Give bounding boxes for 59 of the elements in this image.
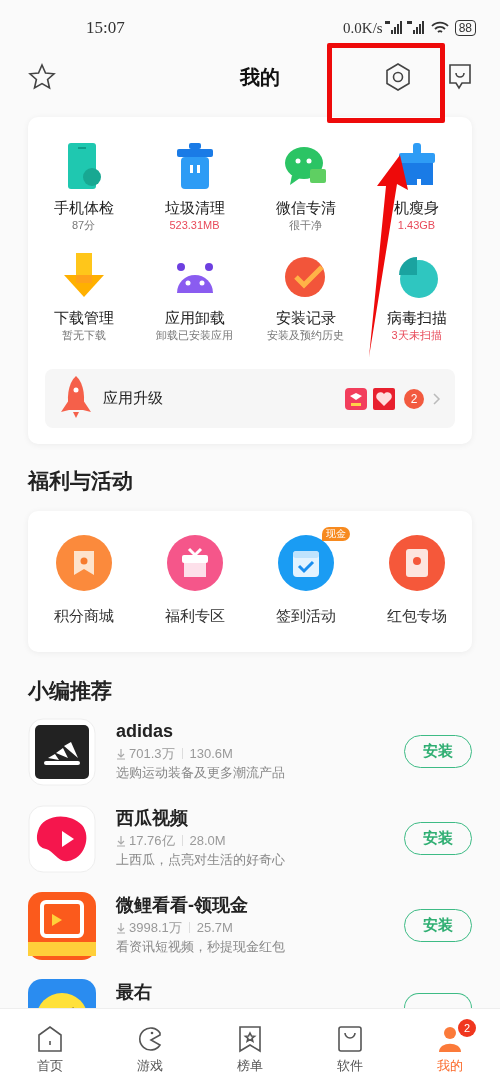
tool-label: 安装记录 <box>275 309 336 327</box>
battery-indicator: 88 <box>454 20 476 36</box>
nav-tab[interactable]: 榜单 <box>237 1025 263 1084</box>
tool-subtitle: 暂无下载 <box>61 328 106 343</box>
notification-badge: 2 <box>458 1019 476 1037</box>
tool-label: 病毒扫描 <box>386 309 447 327</box>
app-size: 28.0M <box>189 831 226 850</box>
nav-tab[interactable]: 游戏 <box>137 1025 163 1084</box>
nav-tab[interactable]: 软件 <box>337 1025 363 1084</box>
tool-subtitle: 安装及预约历史 <box>267 328 344 343</box>
app-name[interactable]: 微鲤看看-领现金 <box>116 893 404 916</box>
tool-label: 应用卸载 <box>164 309 225 327</box>
app-name[interactable]: 最右 <box>116 980 404 1003</box>
app-description: 看资讯短视频，秒提现金红包 <box>116 937 286 956</box>
download-count: 3998.1万 <box>129 918 182 937</box>
tool-item[interactable]: 垃圾清理 523.31MB <box>139 143 250 233</box>
download-count: 17.76亿 <box>129 831 175 850</box>
download-count: 701.3万 <box>129 744 175 763</box>
tool-item[interactable]: 病毒扫描 3天未扫描 <box>361 253 472 343</box>
nav-tab[interactable]: 首页 <box>37 1025 63 1084</box>
welfare-label: 福利专区 <box>164 606 225 626</box>
section-title: 福利与活动 <box>28 468 134 494</box>
clock-time: 15:07 <box>86 17 125 40</box>
welfare-item[interactable]: 福利专区 <box>164 535 225 628</box>
tool-subtitle: 很干净 <box>289 218 322 233</box>
tool-label: 手机体检 <box>53 199 114 217</box>
section-title: 小编推荐 <box>28 677 113 704</box>
tool-label: 机瘦身 <box>394 199 439 217</box>
app-description: 上西瓜，点亮对生活的好奇心 <box>116 850 286 869</box>
tool-label: 垃圾清理 <box>164 199 225 217</box>
tool-label: 微信专清 <box>275 199 336 217</box>
tool-item[interactable]: 安装记录 安装及预约历史 <box>250 253 361 343</box>
tool-subtitle: 523.31MB <box>169 218 220 233</box>
app-upgrade-bar[interactable]: 应用升级 2 <box>45 369 455 428</box>
cash-tag: 现金 <box>322 527 350 541</box>
tool-subtitle: 3天未扫描 <box>391 328 442 343</box>
welfare-label: 签到活动 <box>275 606 336 626</box>
tool-subtitle: 卸载已安装应用 <box>156 328 233 343</box>
tool-item[interactable]: 微信专清 很干净 <box>250 143 361 233</box>
upgrade-label: 应用升级 <box>103 388 163 409</box>
app-name[interactable]: 西瓜视频 <box>116 806 404 829</box>
network-speed: 0.0K/s <box>343 18 383 38</box>
tool-subtitle: 87分 <box>71 218 96 233</box>
count-badge: 2 <box>404 388 424 409</box>
tool-item[interactable]: 下载管理 暂无下载 <box>28 253 139 343</box>
welfare-label: 红包专场 <box>386 606 447 626</box>
tool-item[interactable]: 机瘦身 1.43GB <box>361 143 472 233</box>
tool-item[interactable]: 应用卸载 卸载已安装应用 <box>139 253 250 343</box>
welfare-label: 积分商城 <box>53 606 114 626</box>
tool-subtitle: 1.43GB <box>397 218 436 233</box>
app-size: 130.6M <box>189 744 233 763</box>
app-size: 25.7M <box>196 918 233 937</box>
welfare-item[interactable]: 红包专场 <box>386 535 447 628</box>
welfare-item[interactable]: 积分商城 <box>53 535 114 628</box>
page-title: 我的 <box>240 65 280 90</box>
tool-label: 下载管理 <box>53 309 114 327</box>
app-name[interactable]: adidas <box>116 719 404 742</box>
tool-item[interactable]: 手机体检 87分 <box>28 143 139 233</box>
app-description: 选购运动装备及更多潮流产品 <box>116 763 286 782</box>
